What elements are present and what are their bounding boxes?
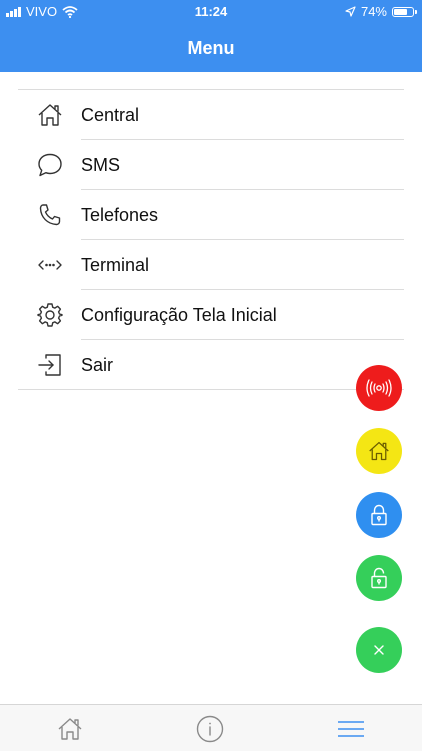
menu-item-label: Terminal bbox=[81, 254, 150, 275]
menu-item-label: Configuração Tela Inicial bbox=[81, 304, 277, 325]
battery-icon bbox=[392, 6, 417, 17]
page-title: Menu bbox=[187, 37, 235, 58]
status-bar: VIVO 11:24 74% bbox=[0, 0, 422, 24]
menu-item-label: Sair bbox=[81, 354, 114, 375]
lock-icon bbox=[371, 504, 387, 526]
home-icon bbox=[36, 101, 64, 129]
menu-item-sair[interactable]: Sair bbox=[18, 340, 404, 390]
battery-percent: 74% bbox=[360, 4, 387, 19]
tab-bar bbox=[0, 704, 422, 751]
location-arrow-icon bbox=[345, 6, 356, 17]
nav-bar: Menu bbox=[0, 24, 422, 72]
menu-item-configuracao[interactable]: Configuração Tela Inicial bbox=[18, 290, 404, 340]
alarm-siren-icon bbox=[366, 379, 392, 397]
logout-icon bbox=[36, 351, 64, 379]
unlock-fab-button[interactable] bbox=[356, 555, 402, 601]
gear-icon bbox=[36, 301, 64, 329]
alarm-fab-button[interactable] bbox=[356, 365, 402, 411]
lock-fab-button[interactable] bbox=[356, 492, 402, 538]
unlock-icon bbox=[371, 567, 387, 589]
home-icon bbox=[369, 441, 389, 461]
menu-item-central[interactable]: Central bbox=[18, 90, 404, 140]
chat-bubble-icon bbox=[36, 151, 64, 179]
tab-menu[interactable] bbox=[337, 715, 365, 743]
menu-item-label: SMS bbox=[81, 154, 121, 175]
menu-item-label: Telefones bbox=[81, 204, 159, 225]
terminal-arrows-icon bbox=[36, 251, 64, 279]
home-icon bbox=[58, 718, 82, 740]
close-icon bbox=[374, 645, 384, 655]
tab-home[interactable] bbox=[56, 715, 84, 743]
hamburger-menu-icon bbox=[338, 721, 364, 737]
tab-info[interactable] bbox=[196, 715, 224, 743]
menu-item-telefones[interactable]: Telefones bbox=[18, 190, 404, 240]
status-right: 74% bbox=[345, 4, 417, 19]
menu-item-label: Central bbox=[81, 104, 140, 125]
menu-list: Central SMS Telefones Terminal Configura… bbox=[18, 89, 404, 390]
phone-icon bbox=[36, 201, 64, 229]
menu-item-sms[interactable]: SMS bbox=[18, 140, 404, 190]
info-icon bbox=[196, 715, 224, 743]
menu-item-terminal[interactable]: Terminal bbox=[18, 240, 404, 290]
close-fab-button[interactable] bbox=[356, 627, 402, 673]
home-fab-button[interactable] bbox=[356, 428, 402, 474]
